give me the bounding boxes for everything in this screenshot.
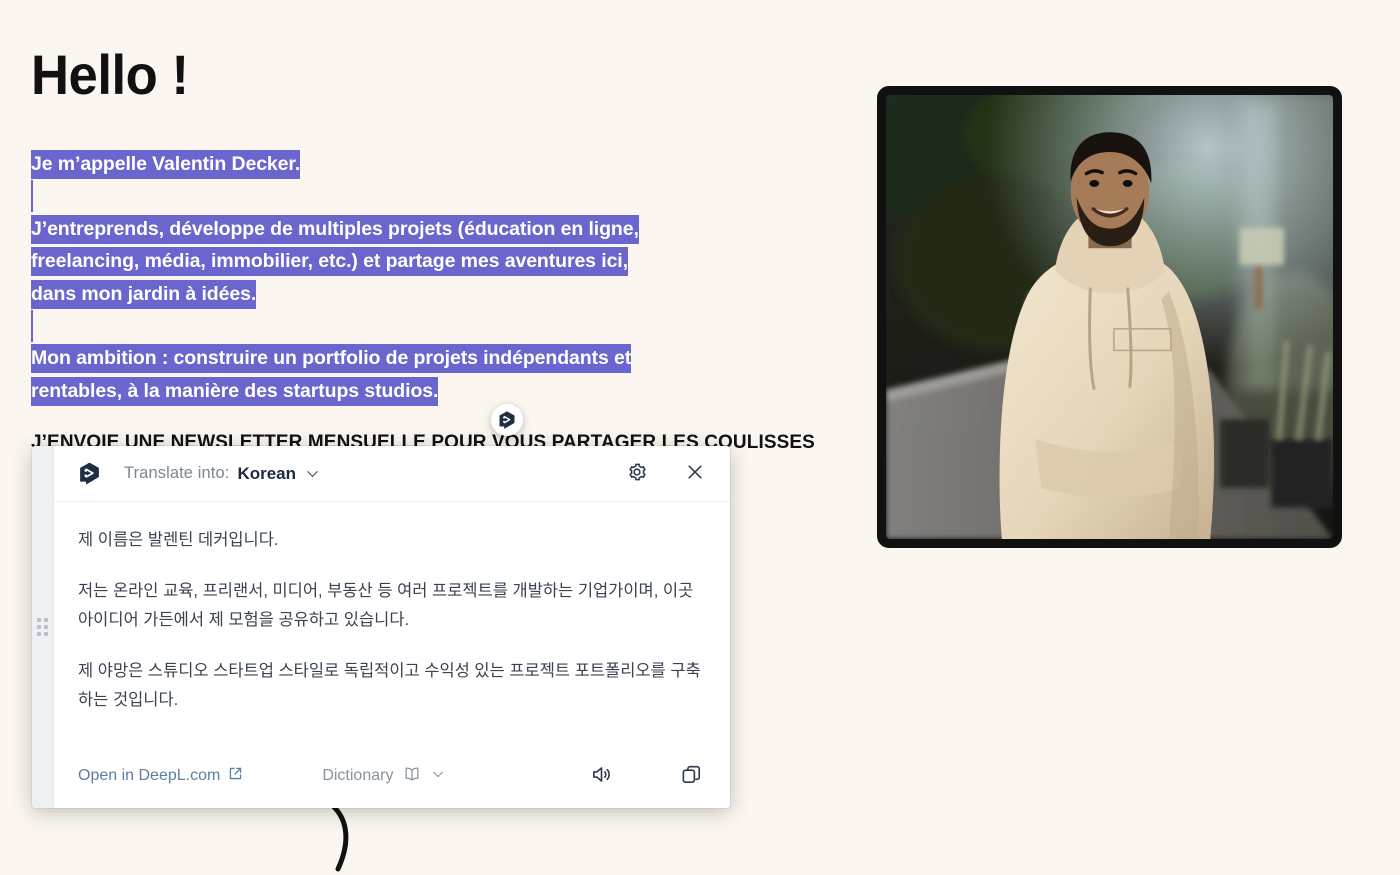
gear-icon [626,461,648,486]
close-icon [685,462,705,485]
translate-into-label: Translate into: [124,464,230,482]
translation-paragraph-1: 제 이름은 발렌틴 데커입니다. [78,531,279,549]
translation-paragraph-2: 저는 온라인 교육, 프리랜서, 미디어, 부동산 등 여러 프로젝트를 개발하… [78,582,694,629]
popup-drag-handle[interactable] [32,446,54,808]
footer-actions [586,761,706,791]
intro-paragraph-1: Je m’appelle Valentin Decker. [31,148,656,181]
deepl-logo-icon [76,461,102,487]
popup-header: Translate into: Korean [54,446,730,502]
chevron-down-icon[interactable] [305,466,320,481]
page-title: Hello ! [31,42,189,106]
settings-button[interactable] [622,459,652,489]
decorative-curve [331,805,349,872]
profile-photo [886,95,1333,539]
external-link-icon [228,766,243,786]
popup-main: Translate into: Korean 제 이름은 발렌틴 데커입니다. … [54,446,730,808]
deepl-logo-icon [499,411,515,429]
selection-gap-2 [31,310,33,342]
copy-button[interactable] [676,761,706,791]
profile-photo-image [886,95,1333,539]
selected-text-1: Je m’appelle Valentin Decker. [31,150,300,179]
copy-icon [680,763,703,789]
target-language-value[interactable]: Korean [237,464,296,484]
intro-paragraph-3: Mon ambition : construire un portfolio d… [31,342,656,407]
open-in-deepl-label: Open in DeepL.com [78,767,221,784]
translation-paragraph-3: 제 야망은 스튜디오 스타트업 스타일로 독립적이고 수익성 있는 프로젝트 포… [78,662,701,709]
page-root: Hello ! Je m’appelle Valentin Decker. J’… [0,0,1400,872]
chevron-down-icon [431,767,445,786]
dictionary-label: Dictionary [322,767,394,784]
open-in-deepl-link[interactable]: Open in DeepL.com [78,766,243,786]
listen-button[interactable] [586,761,616,791]
selected-text-2: J’entreprends, développe de multiples pr… [31,214,639,309]
close-button[interactable] [680,459,710,489]
drag-handle-icon [37,618,48,636]
deepl-translate-popup: Translate into: Korean 제 이름은 발렌틴 데커입니다. … [32,446,730,808]
translation-output[interactable]: 제 이름은 발렌틴 데커입니다. 저는 온라인 교육, 프리랜서, 미디어, 부… [54,502,730,744]
popup-footer: Open in DeepL.com Dictionary [54,744,730,808]
intro-body-copy: Je m’appelle Valentin Decker. J’entrepre… [31,148,656,407]
selected-text-3: Mon ambition : construire un portfolio d… [31,344,631,406]
speaker-icon [590,763,613,789]
selection-gap-1 [31,180,33,212]
dictionary-button[interactable]: Dictionary [322,764,445,789]
book-icon [402,764,422,789]
profile-photo-frame [877,86,1342,548]
deepl-floating-button[interactable] [491,404,523,436]
intro-paragraph-2: J’entreprends, développe de multiples pr… [31,213,656,311]
